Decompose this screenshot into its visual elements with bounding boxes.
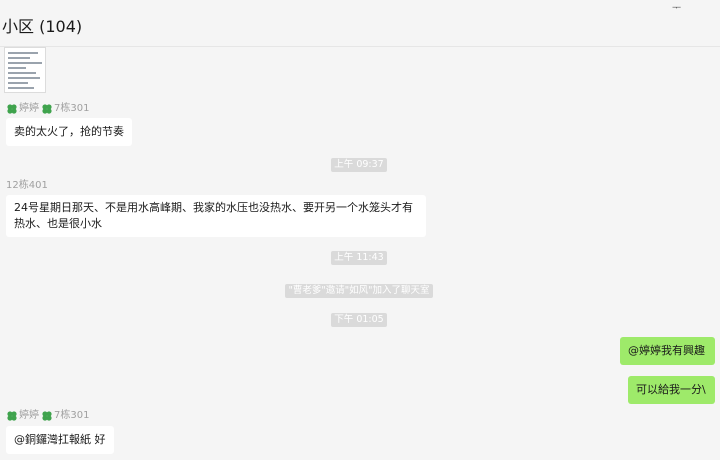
- message-bubble-incoming[interactable]: 卖的太火了，抢的节奏: [6, 118, 132, 146]
- message-bubble-incoming[interactable]: 24号星期日那天、不是用水高峰期、我家的水压也没热水、要开另一个水笼头才有热水、…: [6, 195, 426, 237]
- clover-icon: [7, 104, 17, 114]
- pin-icon[interactable]: ᅮ: [672, 4, 681, 14]
- system-notice: "曹老爹"邀请"如风"加入了聊天室: [285, 284, 433, 298]
- timestamp: 上午 11:43: [331, 251, 387, 265]
- timestamp: 上午 09:37: [331, 158, 387, 172]
- clover-icon: [42, 411, 52, 421]
- message-sender: 12栋401: [6, 180, 48, 192]
- chat-title: 小区 (104): [2, 17, 83, 36]
- sender-name: 婷婷: [19, 410, 39, 421]
- clover-icon: [42, 104, 52, 114]
- image-message-thumbnail[interactable]: [4, 47, 46, 93]
- message-sender: 婷婷 7栋301: [6, 410, 89, 422]
- sender-name: 婷婷: [19, 103, 39, 114]
- timestamp: 下午 01:05: [331, 313, 387, 327]
- message-bubble-outgoing[interactable]: @婷婷我有興趣: [620, 337, 715, 365]
- message-bubble-outgoing[interactable]: 可以給我一分\: [628, 376, 715, 404]
- clover-icon: [7, 411, 17, 421]
- sender-unit: 7栋301: [54, 410, 90, 421]
- message-bubble-incoming[interactable]: @銅鑼灣扛報紙 好: [6, 426, 114, 454]
- sender-unit: 7栋301: [54, 103, 90, 114]
- chat-header: 小区 (104) ᅮ: [0, 0, 720, 47]
- sender-name: 12栋401: [6, 180, 48, 191]
- message-sender: 婷婷 7栋301: [6, 103, 89, 115]
